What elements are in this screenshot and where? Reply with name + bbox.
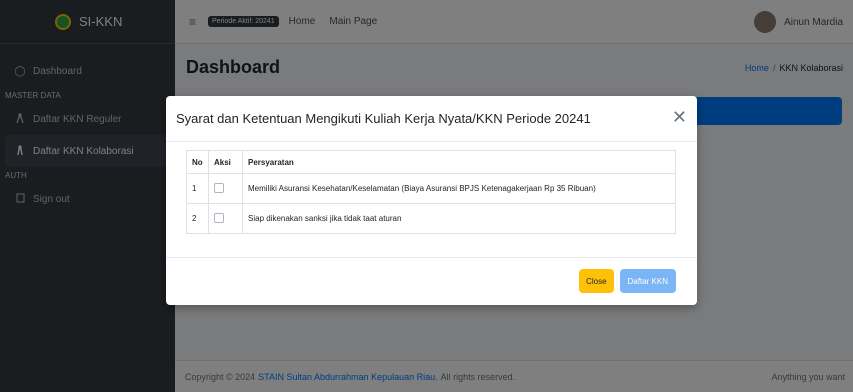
terms-modal: Syarat dan Ketentuan Mengikuti Kuliah Ke… (166, 96, 697, 305)
row-requirement: Memiliki Asuransi Kesehatan/Keselamatan … (242, 173, 676, 204)
close-icon[interactable]: ✕ (672, 107, 687, 127)
column-header-aksi: Aksi (208, 150, 243, 174)
row-action (208, 173, 243, 204)
agree-checkbox[interactable] (214, 182, 224, 193)
requirements-table: No Aksi Persyaratan 1 Memiliki Asuransi … (186, 150, 676, 234)
row-number: 1 (186, 173, 209, 204)
column-header-no: No (186, 150, 209, 174)
close-button[interactable]: Close (579, 269, 614, 293)
row-action (208, 203, 243, 234)
table-row: 2 Siap dikenakan sanksi jika tidak taat … (186, 203, 676, 234)
agree-checkbox[interactable] (214, 212, 224, 223)
row-requirement: Siap dikenakan sanksi jika tidak taat at… (242, 203, 676, 234)
modal-header: Syarat dan Ketentuan Mengikuti Kuliah Ke… (166, 96, 697, 142)
daftar-kkn-button[interactable]: Daftar KKN (619, 269, 676, 293)
modal-title: Syarat dan Ketentuan Mengikuti Kuliah Ke… (176, 111, 591, 126)
modal-body: No Aksi Persyaratan 1 Memiliki Asuransi … (166, 142, 697, 258)
row-number: 2 (186, 203, 209, 234)
column-header-persyaratan: Persyaratan (242, 150, 676, 174)
table-row: 1 Memiliki Asuransi Kesehatan/Keselamata… (186, 173, 676, 204)
modal-footer: Close Daftar KKN (166, 258, 697, 304)
table-header-row: No Aksi Persyaratan (186, 150, 676, 174)
